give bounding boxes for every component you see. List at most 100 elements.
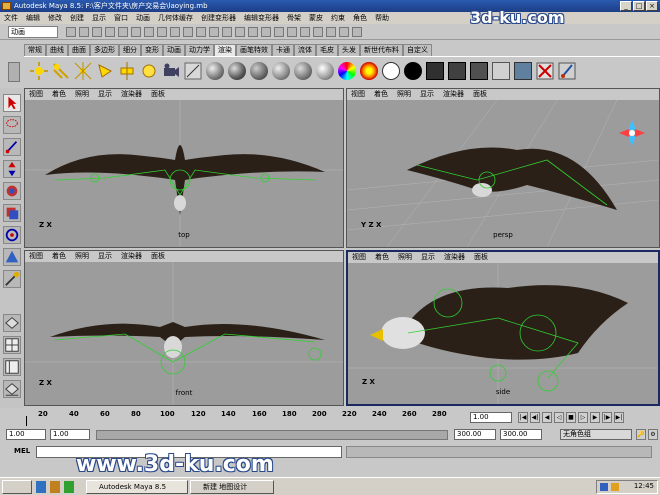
new-scene-icon[interactable] [66, 27, 76, 37]
snap-grid-icon[interactable] [248, 27, 258, 37]
render-settings-icon[interactable] [352, 27, 362, 37]
menu-animate[interactable]: 动画 [136, 12, 150, 24]
viewport-canvas[interactable]: Z X top [25, 100, 343, 247]
menu-display[interactable]: 显示 [92, 12, 106, 24]
step-forward-frame-button[interactable]: ▶ [590, 412, 600, 423]
mask-curves-icon[interactable] [170, 27, 180, 37]
quick-launch-icons[interactable] [36, 481, 80, 493]
move-tool-icon[interactable] [3, 160, 21, 178]
panel-menu-shading[interactable]: 着色 [374, 89, 388, 100]
go-to-end-button[interactable]: ▶| [614, 412, 624, 423]
layered-shader-sphere-icon[interactable] [316, 62, 334, 80]
snap-curve-icon[interactable] [261, 27, 271, 37]
tab-surfaces[interactable]: 曲面 [68, 44, 90, 56]
hypershade-icon[interactable] [492, 62, 510, 80]
panel-menu-view[interactable]: 视图 [29, 251, 43, 262]
anisotropic-sphere-icon[interactable] [294, 62, 312, 80]
menu-skeleton[interactable]: 骨架 [287, 12, 301, 24]
menu-modify[interactable]: 修改 [48, 12, 62, 24]
taskbar-item-maya[interactable]: Autodesk Maya 8.5 [86, 480, 188, 494]
panel-menu-show[interactable]: 显示 [98, 89, 112, 100]
paint-select-tool-icon[interactable] [3, 138, 21, 156]
panel-menu-renderer[interactable]: 渲染器 [121, 89, 142, 100]
panel-menu-show[interactable]: 显示 [421, 252, 435, 263]
lasso-tool-icon[interactable] [3, 116, 21, 134]
select-object-icon[interactable] [118, 27, 128, 37]
tab-hair[interactable]: 头发 [338, 44, 360, 56]
ramp-shader-icon[interactable] [338, 62, 356, 80]
panel-menu-renderer[interactable]: 渲染器 [443, 89, 464, 100]
select-component-icon[interactable] [131, 27, 141, 37]
current-frame-field[interactable]: 1.00 [470, 412, 512, 423]
history-icon[interactable] [300, 27, 310, 37]
mask-deform-icon[interactable] [196, 27, 206, 37]
tab-dynamics[interactable]: 动力学 [185, 44, 214, 56]
render-view-icon[interactable] [313, 27, 323, 37]
menu-constrain[interactable]: 约束 [331, 12, 345, 24]
snap-point-icon[interactable] [274, 27, 284, 37]
panel-menu-renderer[interactable]: 渲染器 [444, 252, 465, 263]
open-scene-icon[interactable] [79, 27, 89, 37]
viewport-canvas[interactable]: Z X side [348, 263, 658, 404]
tab-animation[interactable]: 动画 [163, 44, 185, 56]
mask-joints-icon[interactable] [157, 27, 167, 37]
tab-rendering[interactable]: 渲染 [214, 44, 236, 56]
tab-custom[interactable]: 自定义 [403, 44, 432, 56]
lambert-sphere-icon[interactable] [206, 62, 224, 80]
taskbar-item-map-design[interactable]: 新建 地图设计 [190, 480, 274, 494]
single-pane-layout-icon[interactable] [3, 314, 21, 332]
show-manipulator-tool-icon[interactable] [3, 270, 21, 288]
panel-menu-lighting[interactable]: 照明 [75, 251, 89, 262]
tab-general[interactable]: 常规 [24, 44, 46, 56]
start-button[interactable] [2, 480, 32, 494]
volume-light-icon[interactable] [140, 62, 158, 80]
menu-help[interactable]: 帮助 [375, 12, 389, 24]
panel-menu-renderer[interactable]: 渲染器 [121, 251, 142, 262]
panel-menu-lighting[interactable]: 照明 [398, 252, 412, 263]
panel-menu-lighting[interactable]: 照明 [397, 89, 411, 100]
mask-surfaces-icon[interactable] [183, 27, 193, 37]
phongE-sphere-icon[interactable] [272, 62, 290, 80]
play-forward-button[interactable]: ▷ [578, 412, 588, 423]
viewport-canvas[interactable]: Z X front [25, 262, 343, 405]
panel-menu-lighting[interactable]: 照明 [75, 89, 89, 100]
tab-paint-effects[interactable]: 画笔特效 [236, 44, 272, 56]
directional-light-icon[interactable] [52, 62, 70, 80]
rotate-tool-icon[interactable] [3, 182, 21, 200]
area-light-icon[interactable] [118, 62, 136, 80]
panel-menu-shading[interactable]: 着色 [375, 252, 389, 263]
mask-misc-icon[interactable] [235, 27, 245, 37]
panel-menu-view[interactable]: 视图 [352, 252, 366, 263]
auto-key-button[interactable]: 🔑 [636, 429, 646, 440]
mask-handles-icon[interactable] [144, 27, 154, 37]
minimize-button[interactable]: _ [620, 1, 632, 11]
panel-menu-panels[interactable]: 面板 [151, 251, 165, 262]
panel-menu-view[interactable]: 视图 [351, 89, 365, 100]
current-time-marker[interactable] [26, 416, 27, 426]
panel-menu-panels[interactable]: 面板 [474, 252, 488, 263]
tab-toon[interactable]: 卡通 [272, 44, 294, 56]
render-current-frame-icon[interactable] [426, 62, 444, 80]
camera-aim-icon[interactable] [184, 62, 202, 80]
panel-menu-show[interactable]: 显示 [420, 89, 434, 100]
surface-shader-icon[interactable] [360, 62, 378, 80]
menu-file[interactable]: 文件 [4, 12, 18, 24]
panel-menu-shading[interactable]: 着色 [52, 251, 66, 262]
playback-start-field[interactable]: 1.00 [50, 429, 90, 440]
play-backward-button[interactable]: ◁ [554, 412, 564, 423]
tab-polygons[interactable]: 多边形 [90, 44, 119, 56]
spot-light-icon[interactable] [96, 62, 114, 80]
select-hierarchy-icon[interactable] [105, 27, 115, 37]
menu-window[interactable]: 窗口 [114, 12, 128, 24]
viewport-canvas[interactable]: Y Z X persp [347, 99, 659, 247]
ipr-icon[interactable] [339, 27, 349, 37]
select-tool-icon[interactable] [3, 94, 21, 112]
render-view-shelf-icon[interactable] [514, 62, 532, 80]
playback-end-field[interactable]: 300.00 [454, 429, 496, 440]
mask-render-icon[interactable] [222, 27, 232, 37]
save-scene-icon[interactable] [92, 27, 102, 37]
tab-curves[interactable]: 曲线 [46, 44, 68, 56]
soft-mod-tool-icon[interactable] [3, 248, 21, 266]
stop-button[interactable]: ■ [566, 412, 576, 423]
viewport-side[interactable]: 视图 着色 照明 显示 渲染器 面板 Z X side [346, 250, 660, 406]
